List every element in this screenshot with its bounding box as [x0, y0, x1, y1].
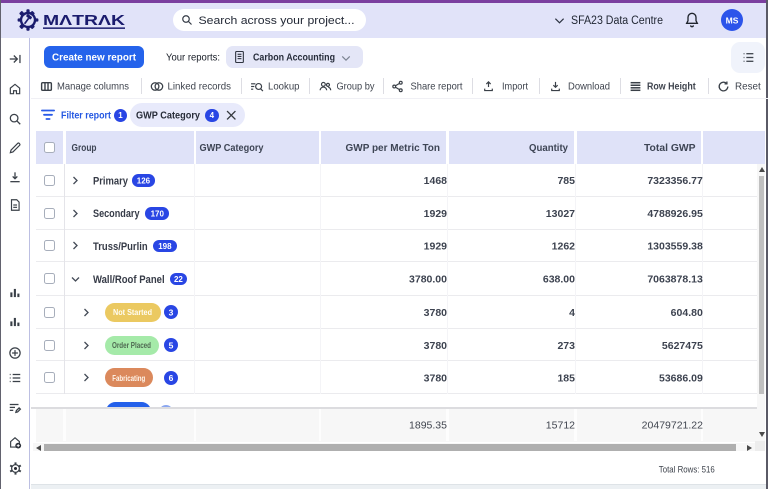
svg-text:Manage columns: Manage columns	[57, 81, 129, 93]
svg-text:3780.00: 3780.00	[409, 274, 447, 286]
svg-text:785: 785	[557, 175, 575, 187]
svg-text:Import: Import	[502, 81, 528, 93]
svg-text:3780: 3780	[424, 340, 448, 352]
svg-text:53686.09: 53686.09	[659, 373, 703, 385]
svg-text:Reset: Reset	[735, 81, 761, 93]
svg-text:273: 273	[557, 340, 575, 352]
svg-text:7323356.77: 7323356.77	[647, 175, 703, 187]
svg-text:Linked records: Linked records	[168, 81, 232, 93]
svg-text:3780: 3780	[424, 307, 448, 319]
svg-text:185: 185	[557, 373, 575, 385]
svg-text:Your reports:: Your reports:	[166, 52, 220, 64]
svg-text:MΛTRΛK: MΛTRΛK	[43, 13, 126, 29]
svg-text:Secondary: Secondary	[93, 208, 140, 220]
svg-text:Row Height: Row Height	[647, 81, 696, 93]
svg-text:1303559.38: 1303559.38	[647, 241, 703, 253]
svg-text:Download: Download	[568, 81, 610, 93]
svg-text:Group by: Group by	[337, 81, 376, 93]
svg-text:1262: 1262	[552, 241, 576, 253]
svg-text:638.00: 638.00	[543, 274, 575, 286]
svg-text:Truss/Purlin: Truss/Purlin	[93, 241, 148, 253]
svg-text:1468: 1468	[424, 175, 448, 187]
svg-text:3780: 3780	[424, 373, 448, 385]
svg-text:5627475: 5627475	[662, 340, 703, 352]
svg-text:Lookup: Lookup	[268, 81, 300, 93]
svg-text:604.80: 604.80	[671, 307, 703, 319]
svg-text:7063878.13: 7063878.13	[647, 274, 703, 286]
svg-text:1929: 1929	[424, 241, 448, 253]
svg-text:Share report: Share report	[411, 81, 463, 93]
svg-text:1929: 1929	[424, 208, 448, 220]
svg-text:Filter report: Filter report	[61, 110, 111, 122]
svg-text:13027: 13027	[546, 208, 575, 220]
svg-text:4788926.95: 4788926.95	[647, 208, 703, 220]
svg-text:Wall/Roof Panel: Wall/Roof Panel	[93, 274, 165, 286]
svg-text:Total Rows: 516: Total Rows: 516	[659, 464, 715, 475]
svg-text:Primary: Primary	[93, 175, 129, 187]
